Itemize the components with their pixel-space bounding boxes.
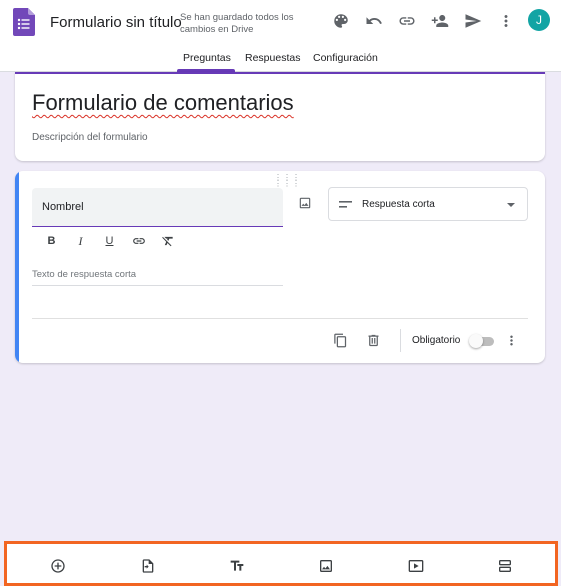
document-title[interactable]: Formulario sin título [50, 14, 182, 31]
more-vert-icon[interactable] [495, 10, 517, 32]
question-type-select[interactable]: Respuesta corta [328, 187, 528, 221]
question-title-text: Nombrel [42, 201, 84, 213]
app-header: Formulario sin título Se han guardado to… [0, 0, 561, 72]
form-description-field[interactable]: Descripción del formulario [32, 132, 148, 143]
answer-underline [32, 285, 283, 286]
bold-icon[interactable]: B [37, 233, 66, 249]
palette-icon[interactable] [330, 10, 352, 32]
footer-separator [400, 329, 401, 352]
avatar[interactable]: J [528, 9, 550, 31]
clear-format-icon[interactable] [153, 233, 182, 249]
tab-bar: Preguntas Respuestas Configuración [0, 50, 561, 72]
bottom-toolbar [4, 541, 558, 586]
active-card-indicator [15, 171, 19, 363]
question-title-field[interactable]: Nombrel [32, 188, 283, 227]
italic-icon[interactable]: I [66, 233, 95, 249]
add-image-icon[interactable] [295, 193, 315, 213]
question-card[interactable]: ⋮⋮⋮ ⋮⋮⋮ Nombrel Respuesta corta B I U Tex… [15, 171, 545, 363]
import-questions-icon[interactable] [138, 556, 158, 576]
question-type-label: Respuesta corta [362, 199, 435, 210]
send-icon[interactable] [462, 10, 484, 32]
save-status: Se han guardado todos los cambios en Dri… [180, 12, 294, 35]
add-title-icon[interactable] [227, 556, 247, 576]
add-person-icon[interactable] [429, 10, 451, 32]
undo-icon[interactable] [363, 10, 385, 32]
chevron-down-icon [507, 203, 515, 207]
form-title[interactable]: Formulario de comentarios [32, 90, 294, 116]
delete-icon[interactable] [363, 330, 383, 350]
duplicate-icon[interactable] [330, 330, 350, 350]
link-icon[interactable] [124, 233, 153, 249]
tab-configuracion[interactable]: Configuración [313, 52, 378, 64]
short-answer-placeholder: Texto de respuesta corta [32, 269, 137, 280]
forms-logo-icon[interactable] [13, 8, 35, 36]
add-image-icon[interactable] [316, 556, 336, 576]
tab-respuestas[interactable]: Respuestas [245, 52, 300, 64]
tab-preguntas[interactable]: Preguntas [183, 52, 231, 64]
short-answer-icon [339, 201, 352, 208]
add-video-icon[interactable] [406, 556, 426, 576]
toggle-knob [469, 334, 483, 348]
more-vert-icon[interactable] [501, 330, 521, 350]
required-label: Obligatorio [412, 335, 461, 346]
form-header-card: Formulario de comentarios Descripción de… [15, 72, 545, 161]
drag-handle-icon[interactable]: ⋮⋮⋮ ⋮⋮⋮ [274, 174, 301, 188]
underline-icon[interactable]: U [95, 233, 124, 249]
add-question-icon[interactable] [48, 556, 68, 576]
format-toolbar: B I U [37, 233, 182, 251]
add-section-icon[interactable] [495, 556, 515, 576]
card-divider [32, 318, 528, 319]
link-icon[interactable] [396, 10, 418, 32]
required-toggle[interactable] [469, 334, 495, 348]
